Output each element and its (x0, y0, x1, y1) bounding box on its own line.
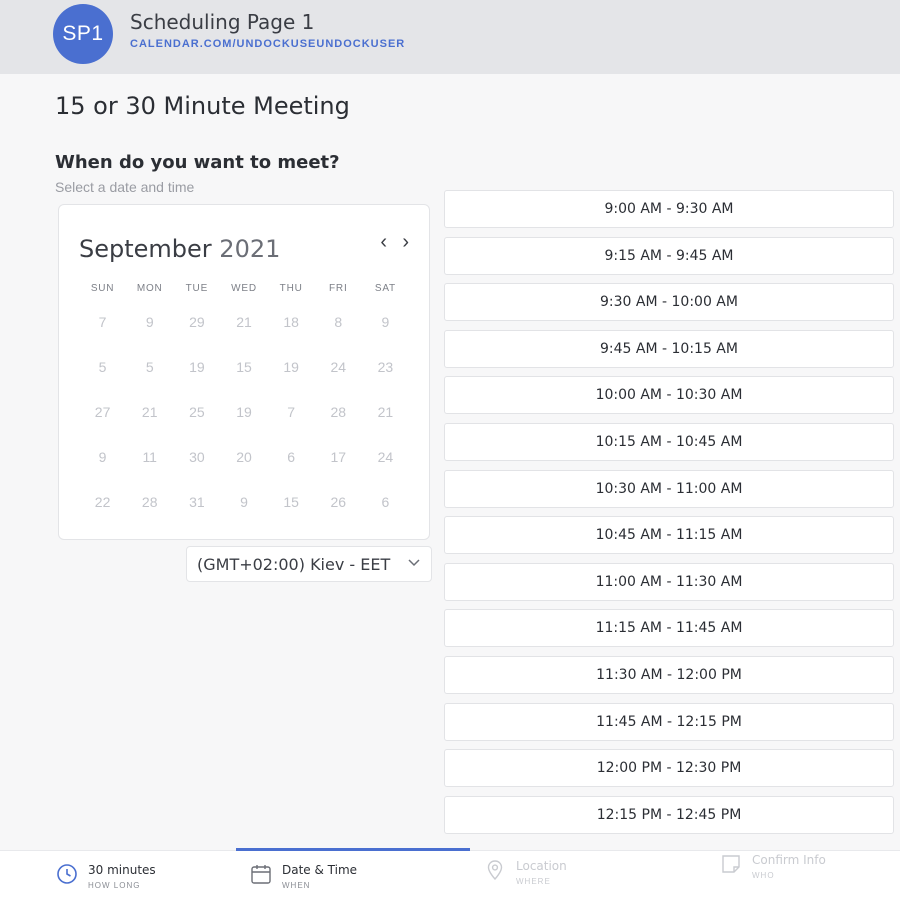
calendar-day[interactable]: 24 (362, 442, 409, 487)
calendar-day[interactable]: 6 (362, 487, 409, 532)
step-location[interactable]: Location WHERE (484, 859, 567, 886)
calendar-day[interactable]: 5 (79, 352, 126, 397)
time-slot-button[interactable]: 10:00 AM - 10:30 AM (444, 376, 894, 415)
when-heading: When do you want to meet? (55, 152, 340, 173)
time-slot-button[interactable]: 10:45 AM - 11:15 AM (444, 516, 894, 555)
location-pin-icon (487, 860, 503, 881)
time-slot-button[interactable]: 10:15 AM - 10:45 AM (444, 422, 894, 461)
weekday-label: THU (279, 283, 303, 294)
calendar-day[interactable]: 8 (315, 307, 362, 352)
calendar-day[interactable]: 22 (79, 487, 126, 532)
weekday-label: WED (231, 283, 257, 294)
calendar-icon (251, 865, 271, 884)
page-url[interactable]: CALENDAR.COM/UNDOCKUSEUNDOCKUSER (130, 38, 405, 50)
calendar-day[interactable]: 30 (173, 442, 220, 487)
calendar-day[interactable]: 24 (315, 352, 362, 397)
time-slot-button[interactable]: 11:45 AM - 12:15 PM (444, 702, 894, 741)
calendar-day[interactable]: 9 (126, 307, 173, 352)
calendar-day[interactable]: 17 (315, 442, 362, 487)
avatar: SP1 (53, 4, 113, 64)
timezone-select[interactable]: (GMT+02:00) Kiev - EET (186, 546, 432, 582)
calendar-grid: SUN MON TUE WED THU FRI SAT 7 9 29 21 18 8 9 5 5 19 15 19 2… (79, 283, 409, 532)
calendar-day[interactable]: 9 (220, 487, 267, 532)
time-slot-button[interactable]: 10:30 AM - 11:00 AM (444, 469, 894, 508)
weekday-label: MON (136, 283, 163, 294)
step-sub: WHERE (516, 877, 551, 886)
time-slot-button[interactable]: 9:30 AM - 10:00 AM (444, 283, 894, 322)
calendar-month: September (79, 235, 212, 263)
step-footer: 30 minutes HOW LONG Date & Time WHEN Loc… (0, 848, 900, 900)
weekday-label: TUE (185, 283, 209, 294)
calendar-day[interactable]: 15 (220, 352, 267, 397)
chevron-down-icon (408, 559, 420, 567)
note-icon (722, 855, 740, 873)
calendar-day[interactable]: 19 (220, 397, 267, 442)
calendar-day[interactable]: 21 (362, 397, 409, 442)
step-sub: HOW LONG (88, 881, 141, 890)
calendar-day[interactable]: 9 (79, 442, 126, 487)
calendar-day[interactable]: 31 (173, 487, 220, 532)
calendar-day[interactable]: 23 (362, 352, 409, 397)
weekday-label: SAT (374, 283, 396, 294)
time-slot-button[interactable]: 11:30 AM - 12:00 PM (444, 655, 894, 694)
step-date-time[interactable]: Date & Time WHEN (250, 863, 357, 890)
chevron-left-icon[interactable]: ‹ (380, 231, 387, 254)
step-sub: WHEN (282, 881, 311, 890)
calendar-day[interactable]: 7 (268, 397, 315, 442)
header: SP1 Scheduling Page 1 CALENDAR.COM/UNDOC… (0, 0, 900, 74)
time-slot-button[interactable]: 9:45 AM - 10:15 AM (444, 329, 894, 368)
calendar-day[interactable]: 7 (79, 307, 126, 352)
page-title: Scheduling Page 1 (130, 10, 315, 34)
calendar-day[interactable]: 11 (126, 442, 173, 487)
calendar-day[interactable]: 27 (79, 397, 126, 442)
calendar-day[interactable]: 28 (126, 487, 173, 532)
step-sub: WHO (752, 871, 775, 880)
time-slot-button[interactable]: 12:15 PM - 12:45 PM (444, 795, 894, 834)
step-label: 30 minutes (88, 863, 156, 877)
step-progress-bar (236, 848, 470, 851)
time-slot-button[interactable]: 12:00 PM - 12:30 PM (444, 749, 894, 788)
meeting-title: 15 or 30 Minute Meeting (55, 92, 350, 120)
calendar-day[interactable]: 20 (220, 442, 267, 487)
calendar-day[interactable]: 19 (268, 352, 315, 397)
calendar-day[interactable]: 25 (173, 397, 220, 442)
time-slot-button[interactable]: 9:00 AM - 9:30 AM (444, 190, 894, 228)
calendar-day[interactable]: 6 (268, 442, 315, 487)
step-confirm[interactable]: Confirm Info WHO (720, 853, 826, 880)
time-slot-button[interactable]: 11:15 AM - 11:45 AM (444, 609, 894, 648)
weekday-label: SUN (90, 283, 115, 294)
calendar-day[interactable]: 5 (126, 352, 173, 397)
calendar-day[interactable]: 9 (362, 307, 409, 352)
calendar-day[interactable]: 26 (315, 487, 362, 532)
step-duration[interactable]: 30 minutes HOW LONG (56, 863, 156, 890)
step-label: Location (516, 859, 567, 873)
time-slot-button[interactable]: 9:15 AM - 9:45 AM (444, 236, 894, 275)
calendar-day[interactable]: 15 (268, 487, 315, 532)
clock-icon (57, 864, 77, 884)
time-slot-button[interactable]: 11:00 AM - 11:30 AM (444, 562, 894, 601)
chevron-right-icon[interactable]: › (402, 231, 409, 254)
step-label: Date & Time (282, 863, 358, 877)
calendar-day[interactable]: 19 (173, 352, 220, 397)
calendar-day[interactable]: 18 (268, 307, 315, 352)
calendar-day[interactable]: 21 (220, 307, 267, 352)
weekday-label: FRI (329, 283, 348, 294)
calendar-day[interactable]: 28 (315, 397, 362, 442)
timezone-value: (GMT+02:00) Kiev - EET (197, 555, 391, 574)
calendar-year: 2021 (219, 235, 281, 263)
calendar-day[interactable]: 21 (126, 397, 173, 442)
when-subtitle: Select a date and time (55, 179, 195, 195)
step-label: Confirm Info (752, 853, 826, 867)
calendar-day[interactable]: 29 (173, 307, 220, 352)
calendar-month-label: September 2021 (79, 235, 280, 263)
time-slot-list: 9:00 AM - 9:30 AM 9:15 AM - 9:45 AM 9:30 A… (444, 190, 894, 842)
calendar: September 2021 ‹ › SUN MON TUE WED THU FRI SAT… (58, 204, 430, 540)
